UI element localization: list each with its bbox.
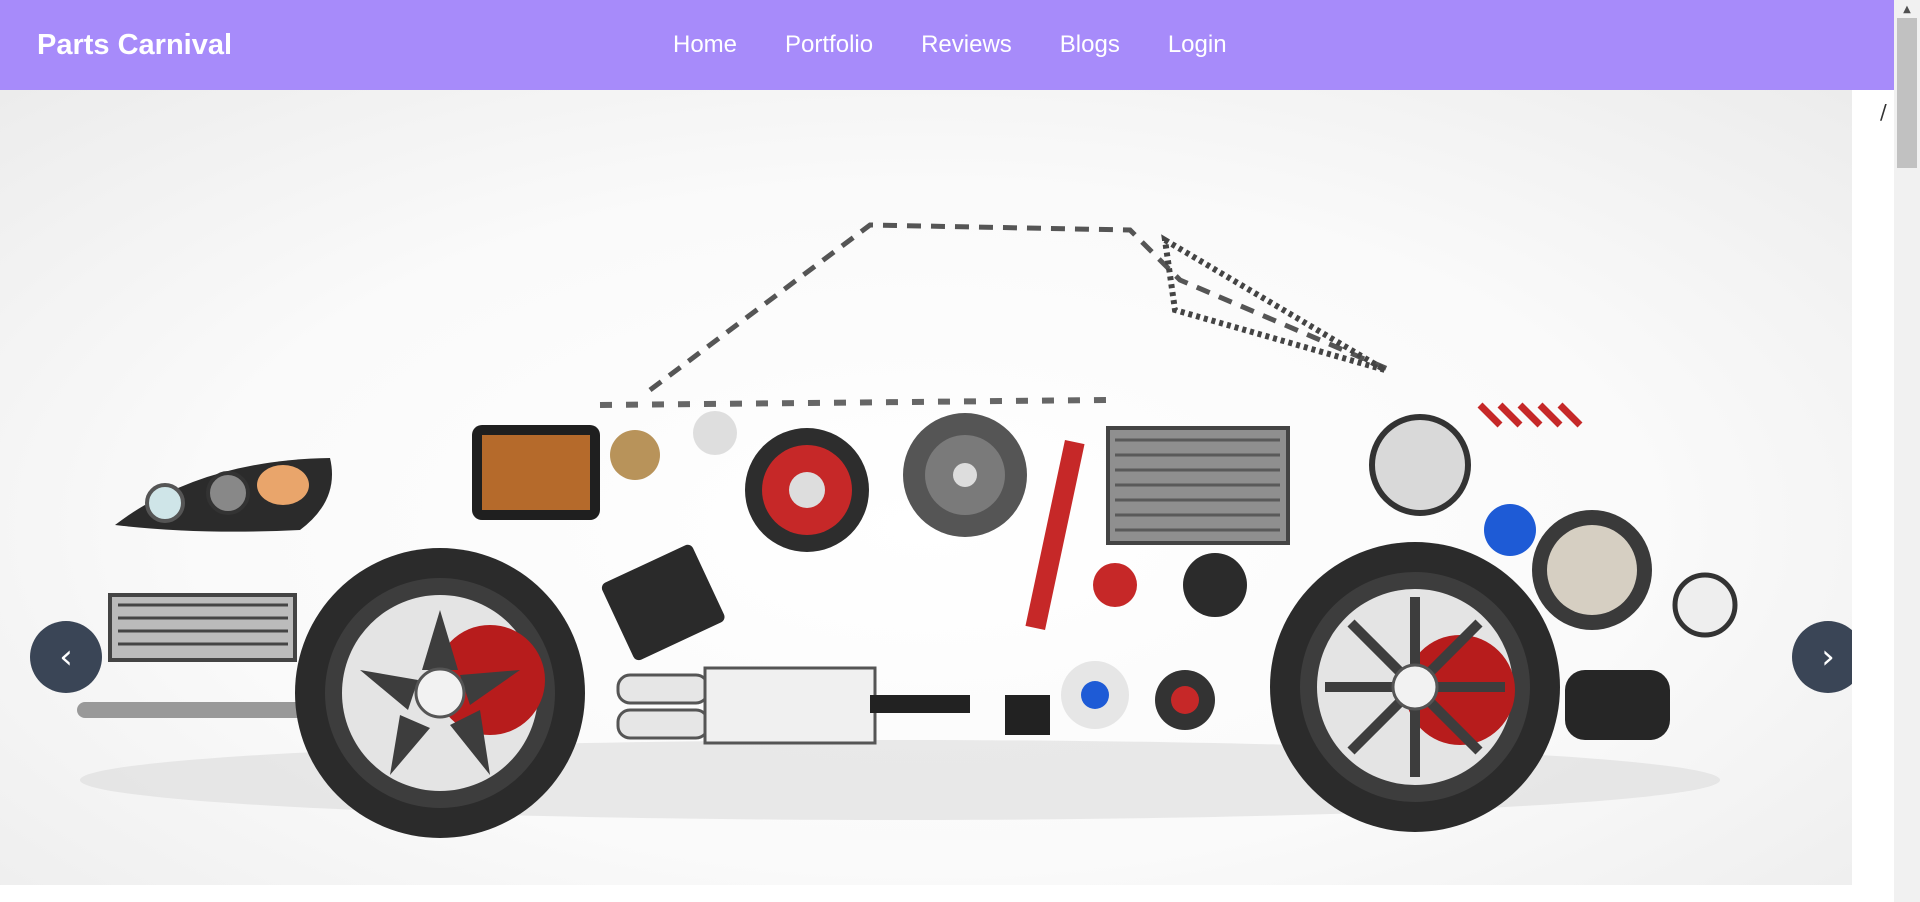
car-parts-slide-image [77, 222, 1738, 838]
brand-logo[interactable]: Parts Carnival [37, 0, 232, 90]
scroll-up-arrow-icon[interactable]: ▲ [1894, 0, 1920, 18]
chevron-left-icon: ‹ [59, 637, 73, 677]
nav-link-portfolio[interactable]: Portfolio [785, 31, 873, 58]
nav-item-login: Login [1168, 31, 1227, 59]
hero-carousel: ‹ › [0, 90, 1852, 885]
navbar: Parts Carnival Home Portfolio Reviews Bl… [0, 0, 1894, 90]
page-scrollbar[interactable]: ▲ [1894, 0, 1920, 902]
stray-slash-text: / [1880, 100, 1887, 124]
nav-item-portfolio: Portfolio [785, 31, 873, 59]
nav-item-blogs: Blogs [1060, 31, 1120, 59]
nav-link-home[interactable]: Home [673, 31, 737, 58]
nav-item-reviews: Reviews [921, 31, 1012, 59]
scrollbar-thumb[interactable] [1897, 18, 1917, 168]
nav-item-home: Home [673, 31, 737, 59]
nav-links: Home Portfolio Reviews Blogs Login [673, 0, 1227, 90]
nav-link-login[interactable]: Login [1168, 31, 1227, 58]
chevron-right-icon: › [1821, 637, 1835, 677]
nav-link-reviews[interactable]: Reviews [921, 31, 1012, 58]
nav-link-blogs[interactable]: Blogs [1060, 31, 1120, 58]
carousel-prev-button[interactable]: ‹ [30, 621, 102, 693]
